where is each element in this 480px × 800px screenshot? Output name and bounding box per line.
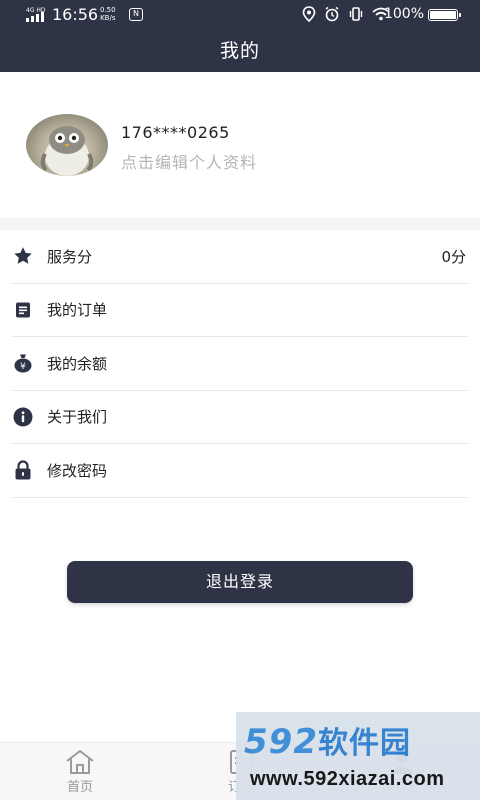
profile-card[interactable]: 176****0265 点击编辑个人资料 <box>0 72 480 218</box>
menu-item-about-us[interactable]: 关于我们 <box>12 391 468 444</box>
menu-label-service-score: 服务分 <box>47 247 93 266</box>
watermark-brand: 592软件园 <box>244 718 411 762</box>
menu-label-my-orders: 我的订单 <box>47 301 108 320</box>
document-icon <box>12 299 34 321</box>
menu-label-change-password: 修改密码 <box>47 461 108 480</box>
signal-icon: 4G HD <box>26 7 46 22</box>
service-score-value: 0分 <box>441 247 466 266</box>
top-bar: 4G HD 16:56 0.50 KB/s N 100% 我的 <box>0 0 480 72</box>
logout-button[interactable]: 退出登录 <box>67 561 413 603</box>
tab-home[interactable]: 首页 <box>50 749 110 795</box>
page-title: 我的 <box>219 40 260 62</box>
menu-label-my-balance: 我的余额 <box>47 354 108 373</box>
status-bar: 4G HD 16:56 0.50 KB/s N 100% <box>0 0 480 30</box>
home-icon <box>66 749 94 774</box>
watermark-url: www.592xiazai.com <box>250 768 445 790</box>
alarm-icon <box>325 6 339 22</box>
menu-item-change-password[interactable]: 修改密码 <box>12 444 468 498</box>
menu-item-service-score[interactable]: 服务分 0分 <box>12 230 468 284</box>
menu-item-my-orders[interactable]: 我的订单 <box>12 284 468 337</box>
nfc-icon: N <box>129 8 143 21</box>
battery-icon <box>428 9 461 21</box>
status-time: 16:56 <box>52 5 99 24</box>
watermark-brand-number: 592 <box>244 722 318 762</box>
section-divider <box>0 218 480 230</box>
status-icons <box>302 6 390 22</box>
vibrate-icon <box>349 7 363 21</box>
user-phone: 176****0265 <box>121 123 230 142</box>
star-icon <box>12 245 34 267</box>
network-speed: 0.50 KB/s <box>100 6 116 22</box>
avatar-image <box>40 126 94 176</box>
money-bag-icon: ¥ <box>12 352 34 374</box>
edit-profile-link[interactable]: 点击编辑个人资料 <box>121 149 257 173</box>
watermark-brand-text: 软件园 <box>317 726 411 761</box>
watermark: 592软件园 www.592xiazai.com <box>236 712 480 800</box>
menu-label-about-us: 关于我们 <box>47 408 108 427</box>
location-icon <box>302 6 316 22</box>
battery-percent: 100% <box>383 6 424 22</box>
settings-menu: 服务分 0分 我的订单 ¥ 我的余额 关于我们 修改密码 <box>12 230 468 498</box>
lock-icon <box>12 459 34 481</box>
network-speed-value: 0.50 <box>100 6 116 14</box>
svg-text:¥: ¥ <box>20 362 26 372</box>
network-speed-unit: KB/s <box>100 14 116 22</box>
tab-home-label: 首页 <box>66 780 93 795</box>
menu-item-my-balance[interactable]: ¥ 我的余额 <box>12 337 468 391</box>
info-icon <box>12 406 34 428</box>
avatar[interactable] <box>26 114 108 176</box>
